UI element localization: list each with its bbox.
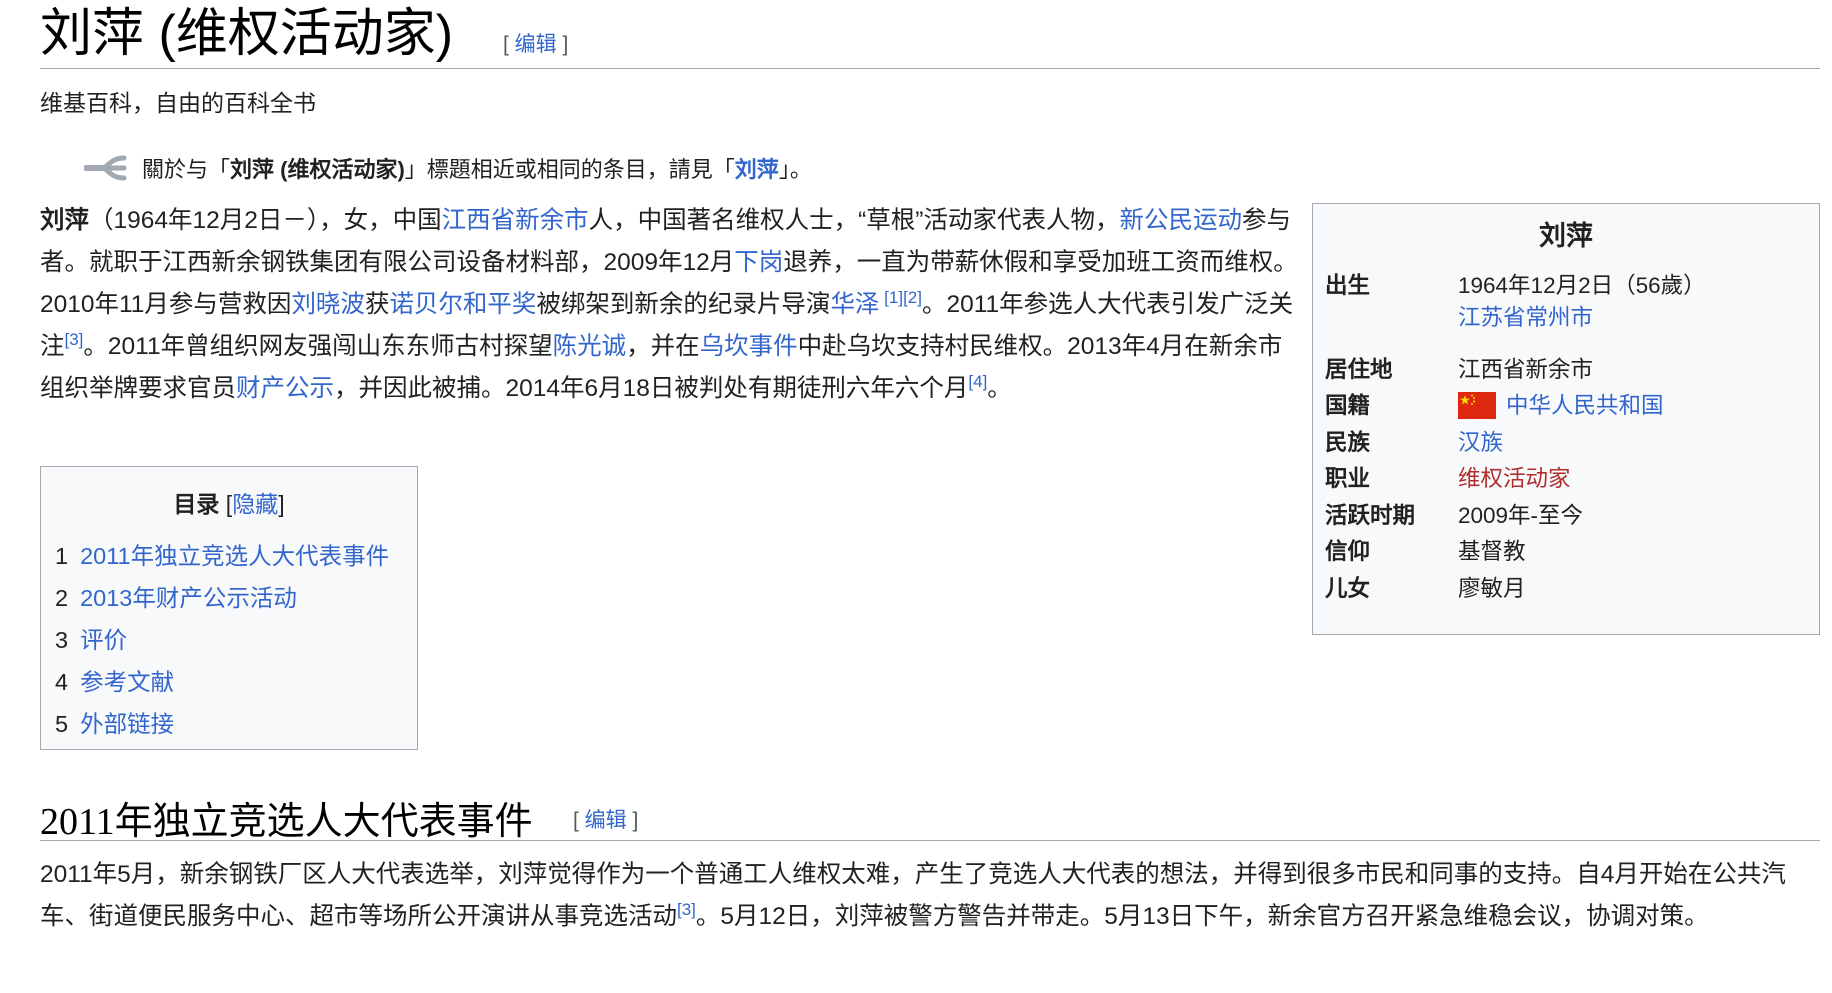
toc-bracket: [ [219,491,233,517]
link-wukan-incident[interactable]: 乌坎事件 [700,333,798,360]
toc-bracket: ] [278,491,285,517]
toc-item[interactable]: 2 2013年财产公示活动 [55,579,297,613]
edit-bracket-open: [ [573,809,585,832]
lead-text: 。 [987,375,1012,402]
hatnote-bold-title: 刘萍 (维权活动家) [230,157,405,182]
reference-link-3[interactable]: [3] [677,900,696,919]
infobox-title: 刘萍 [1539,221,1593,251]
edit-bracket-close: ] [626,809,639,832]
link-birthplace[interactable]: 江苏省常州市 [1458,305,1593,330]
toc-hide-toggle[interactable]: 隐藏 [232,491,278,517]
table-of-contents: 目录 [隐藏] 1 2011年独立竞选人大代表事件 2 2013年财产公示活动 3评… [40,466,418,750]
infobox: 刘萍 出生 1964年12月2日（56歲） 江苏省常州市 居住地 江西省新余市 … [1312,203,1820,635]
link-xiagang[interactable]: 下岗 [734,249,783,276]
toc-number: 4 [55,669,69,695]
hatnote-part: 」。 [778,157,812,182]
title-bar: 刘萍 (维权活动家) [ 编辑 ] [40,0,1820,69]
toc-item[interactable]: 4 参考文献 [55,663,174,697]
infobox-value: 基督教 [1458,539,1526,564]
reference-link-1[interactable]: [1] [884,288,903,307]
reference-link-3[interactable]: [3] [65,330,84,349]
lead-text: 被绑架到新余的纪录片导演 [536,291,831,318]
reference-link-2[interactable]: [2] [903,288,922,307]
toc-link[interactable]: 2011年独立竞选人大代表事件 [80,543,389,569]
toc-link[interactable]: 评价 [80,627,127,653]
link-jiangxi-xinyu[interactable]: 江西省新余市 [442,207,589,234]
infobox-label: 民族 [1325,430,1371,455]
infobox-value: 1964年12月2日（56歲） 江苏省常州市 [1458,268,1706,332]
site-tagline: 维基百科，自由的百科全书 [40,90,316,116]
hatnote-text: 關於与「刘萍 (维权活动家)」標題相近或相同的条目，請見「刘萍」。 [142,152,812,184]
section-heading-row: 2011年独立竞选人大代表事件 [ 编辑 ] [40,784,1820,843]
reference-sup: [3] [677,900,696,919]
hatnote-link[interactable]: 刘萍 [735,157,779,182]
infobox-label: 信仰 [1325,539,1371,564]
section-heading: 2011年独立竞选人大代表事件 [40,801,533,843]
link-hua-ze[interactable]: 华泽 [830,291,879,318]
reference-sup: [4] [968,372,987,391]
reference-sup: [1][2] [879,288,922,307]
china-flag-icon [1458,391,1496,419]
lead-text: （1964年12月2日－），女，中国 [89,207,442,234]
article-page: 刘萍 (维权活动家) [ 编辑 ] 维基百科，自由的百科全书 關於与「刘萍 (维… [0,0,1832,993]
edit-bracket-open: [ [503,33,515,56]
hatnote-part: 關於与「 [142,157,231,182]
link-nobel-peace-prize[interactable]: 诺贝尔和平奖 [389,291,536,318]
link-asset-disclosure[interactable]: 财产公示 [236,375,334,402]
infobox-label: 国籍 [1325,393,1371,418]
section-edit: [ 编辑 ] [573,804,638,834]
hatnote-part: 」標題相近或相同的条目，請見「 [404,157,735,182]
section-text: 。5月12日，刘萍被警方警告并带走。5月13日下午，新余官方召开紧急维稳会议，协… [695,903,1709,930]
toc-title: 目录 [173,491,220,517]
infobox-value: 江西省新余市 [1458,357,1594,382]
infobox-row-born: 出生 1964年12月2日（56歲） 江苏省常州市 [1325,268,1805,348]
infobox-value: 中华人民共和国 [1458,388,1664,421]
edit-link[interactable]: 编辑 [515,33,557,56]
link-liu-xiaobo[interactable]: 刘晓波 [291,291,365,318]
infobox-label: 职业 [1325,466,1371,491]
lead-text: ，并在 [626,333,700,360]
toc-item[interactable]: 5 外部链接 [55,705,174,739]
toc-number: 2 [55,585,69,611]
link-prc[interactable]: 中华人民共和国 [1506,393,1664,418]
lead-paragraph: 刘萍（1964年12月2日－），女，中国江西省新余市人，中国著名维权人士，“草根… [40,200,1302,410]
title-edit-section: [ 编辑 ] [503,28,568,58]
toc-number: 1 [55,543,69,569]
infobox-label: 出生 [1325,273,1371,298]
lead-text: 人，中国著名维权人士，“草根”活动家代表人物， [588,207,1120,234]
toc-item[interactable]: 3 评价 [55,621,127,655]
reference-link-4[interactable]: [4] [968,372,987,391]
infobox-label: 儿女 [1325,576,1371,601]
reference-sup: [3] [65,330,84,349]
infobox-label: 活跃时期 [1325,503,1416,528]
lead-text: ，并因此被捕。2014年6月18日被判处有期徒刑六年六个月 [334,375,969,402]
section-paragraph: 2011年5月，新余钢铁厂区人大代表选举，刘萍觉得作为一个普通工人维权太难，产生… [40,854,1822,938]
toc-link[interactable]: 外部链接 [80,711,174,737]
link-han[interactable]: 汉族 [1458,425,1503,457]
link-new-citizens-movement[interactable]: 新公民运动 [1119,207,1242,234]
section-edit-link[interactable]: 编辑 [585,809,627,832]
lead-text: 。2011年曾组织网友强闯山东东师古村探望 [83,333,553,360]
page-title: 刘萍 (维权活动家) [40,5,454,63]
toc-number: 5 [55,711,69,737]
infobox-value: 2009年-至今 [1458,503,1584,528]
lead-text: 获 [364,291,390,318]
infobox-value: 廖敏月 [1458,576,1526,601]
subject-name: 刘萍 [40,207,89,234]
toc-link[interactable]: 参考文献 [80,669,174,695]
toc-item[interactable]: 1 2011年独立竞选人大代表事件 [55,537,389,571]
redlink-activist[interactable]: 维权活动家 [1458,461,1571,493]
toc-link[interactable]: 2013年财产公示活动 [80,585,297,611]
toc-header: 目录 [隐藏] [41,485,417,519]
toc-number: 3 [55,627,69,653]
infobox-label: 居住地 [1325,357,1393,382]
link-chen-guangcheng[interactable]: 陈光诚 [553,333,627,360]
edit-bracket-close: ] [556,33,569,56]
born-date: 1964年12月2日（56歲） [1458,273,1706,298]
disambiguation-icon [83,152,128,182]
